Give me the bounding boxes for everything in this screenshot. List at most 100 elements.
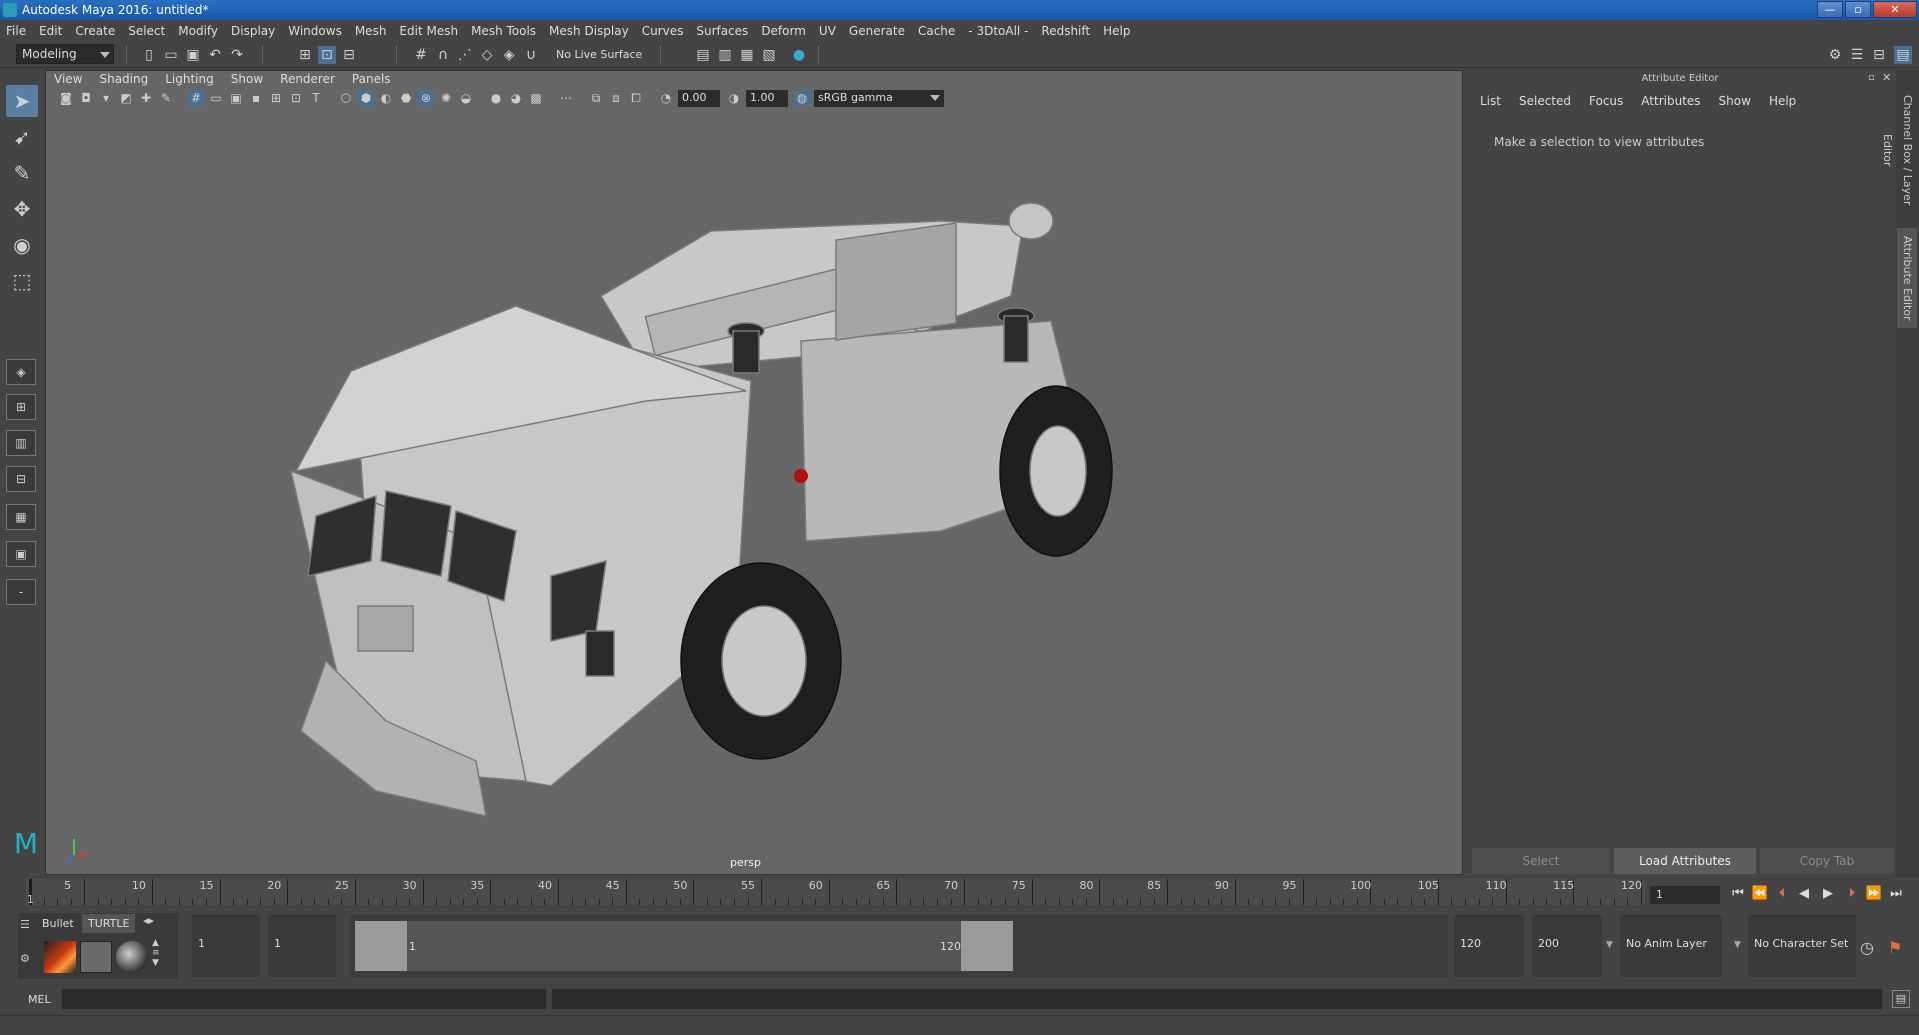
screen-space-ao-icon[interactable]: ● (488, 90, 504, 106)
new-scene-icon[interactable]: ▯ (140, 46, 158, 64)
exposure-field[interactable]: 0.00 (678, 90, 720, 107)
ae-menu-show[interactable]: Show (1719, 94, 1751, 112)
range-start-handle[interactable] (355, 921, 407, 971)
tab-channel-box-layer-editor[interactable]: Channel Box / Layer Editor (1881, 80, 1917, 220)
safe-action-icon[interactable]: ⊡ (288, 90, 304, 106)
step-forward-frame-icon[interactable]: ⏵ (1842, 884, 1862, 904)
isolate-select-icon[interactable]: ⧉ (588, 90, 604, 106)
hypershade-icon[interactable]: ● (790, 46, 808, 64)
shelf-tab-scroll-icon[interactable]: ◂▸ (143, 914, 154, 927)
menu-deform[interactable]: Deform (761, 24, 806, 38)
range-slider-thumb[interactable] (355, 921, 1013, 971)
close-panel-icon[interactable]: ✕ (1882, 71, 1891, 84)
snap-live-icon[interactable]: ◈ (500, 46, 518, 64)
redo-icon[interactable]: ↷ (228, 46, 246, 64)
animation-preferences-icon[interactable]: ⚑ (1888, 938, 1902, 957)
menu-mesh[interactable]: Mesh (355, 24, 387, 38)
smooth-shade-icon[interactable]: ⬢ (358, 90, 374, 106)
menu-display[interactable]: Display (231, 24, 275, 38)
anim-start-field[interactable]: 1 (192, 915, 260, 977)
gate-mask-icon[interactable]: ▪ (248, 90, 264, 106)
persp-uv-layout-icon[interactable]: ▣ (6, 541, 36, 567)
exposure-icon[interactable]: ◔ (658, 90, 674, 106)
time-slider[interactable]: 5 10 15 20 25 30 35 40 45 50 55 60 65 70 75 80 85 90 95 100… (26, 879, 1645, 906)
turtle-render-icon[interactable] (44, 941, 76, 973)
depth-of-field-icon[interactable]: ⋯ (558, 90, 574, 106)
xray-icon[interactable]: ⊗ (418, 90, 434, 106)
color-management-icon[interactable]: ◍ (794, 90, 810, 106)
image-plane-icon[interactable]: ◩ (118, 90, 134, 106)
anim-layer-dropdown[interactable]: No Anim Layer (1620, 915, 1722, 977)
paint-select-tool-icon[interactable]: ✎ (6, 157, 38, 189)
go-to-end-icon[interactable]: ⏭ (1886, 884, 1906, 904)
menu-mesh-tools[interactable]: Mesh Tools (471, 24, 536, 38)
playback-end-field[interactable]: 120 (1454, 915, 1524, 977)
close-button[interactable]: ✕ (1873, 1, 1917, 18)
menu-select[interactable]: Select (128, 24, 165, 38)
safe-title-icon[interactable]: T (308, 90, 324, 106)
menu-curves[interactable]: Curves (642, 24, 684, 38)
wireframe-on-shaded-icon[interactable]: ⬣ (398, 90, 414, 106)
menu-windows[interactable]: Windows (288, 24, 342, 38)
persp-outliner-layout-icon[interactable]: ▥ (6, 430, 36, 456)
channel-box-icon[interactable]: ▤ (1894, 46, 1912, 64)
auto-key-icon[interactable]: ◷ (1860, 938, 1874, 957)
magnet-icon[interactable]: ∪ (522, 46, 540, 64)
menu-help[interactable]: Help (1103, 24, 1130, 38)
select-hierarchy-icon[interactable]: ⊞ (296, 46, 314, 64)
use-all-lights-icon[interactable]: ✺ (438, 90, 454, 106)
camera-icon[interactable]: ◙ (58, 90, 74, 106)
four-view-layout-icon[interactable]: ⊞ (6, 394, 36, 420)
vp-menu-view[interactable]: View (54, 72, 82, 86)
menu-mesh-display[interactable]: Mesh Display (549, 24, 629, 38)
render-frame-icon[interactable]: ▥ (716, 46, 734, 64)
maximize-button[interactable]: ▫ (1845, 1, 1871, 18)
ae-menu-attributes[interactable]: Attributes (1641, 94, 1700, 112)
float-panel-icon[interactable]: ▫ (1868, 72, 1875, 83)
select-component-icon[interactable]: ⊟ (340, 46, 358, 64)
playback-start-field[interactable]: 1 (268, 915, 336, 977)
current-frame-field[interactable]: 1 (1650, 886, 1720, 904)
persp-graph-layout-icon[interactable]: ⊟ (6, 466, 36, 492)
step-back-key-icon[interactable]: ⏪ (1750, 884, 1770, 904)
snap-curve-icon[interactable]: ∩ (434, 46, 452, 64)
step-back-frame-icon[interactable]: ⏴ (1772, 884, 1792, 904)
menu-create[interactable]: Create (75, 24, 115, 38)
command-input[interactable] (62, 989, 546, 1009)
tool-settings-icon[interactable]: ⊟ (1870, 46, 1888, 64)
render-view-icon[interactable]: ▤ (694, 46, 712, 64)
camera-attributes-icon[interactable]: ◘ (78, 90, 94, 106)
vp-menu-renderer[interactable]: Renderer (280, 72, 335, 86)
modeling-toolkit-icon[interactable]: ⚙ (1826, 46, 1844, 64)
snap-point-icon[interactable]: ⋰ (456, 46, 474, 64)
outliner-icon[interactable]: ☰ (1848, 46, 1866, 64)
tab-attribute-editor[interactable]: Attribute Editor (1897, 228, 1917, 328)
view-transform-dropdown[interactable]: sRGB gamma (814, 90, 944, 107)
select-tool-icon[interactable]: ➤ (6, 85, 38, 117)
single-perspective-layout-icon[interactable]: ◈ (6, 359, 36, 385)
viewport-persp[interactable]: M (14, 70, 1463, 875)
anim-end-field[interactable]: 200 (1532, 915, 1602, 977)
ae-menu-list[interactable]: List (1480, 94, 1501, 112)
xray-components-icon[interactable]: ⧠ (628, 90, 644, 106)
anti-alias-icon[interactable]: ▩ (528, 90, 544, 106)
menu-edit-mesh[interactable]: Edit Mesh (399, 24, 458, 38)
rotate-tool-icon[interactable]: ◉ (6, 229, 38, 261)
persp-hypershade-layout-icon[interactable]: ▦ (6, 504, 36, 530)
play-backwards-icon[interactable]: ◀ (1794, 884, 1814, 904)
menu-3dtoall[interactable]: - 3DtoAll - (968, 24, 1028, 38)
lasso-tool-icon[interactable]: ➹ (6, 121, 38, 153)
ae-load-attributes-button[interactable]: Load Attributes (1614, 848, 1756, 874)
command-language-label[interactable]: MEL (28, 993, 51, 1006)
vp-menu-lighting[interactable]: Lighting (165, 72, 214, 86)
menu-file[interactable]: File (6, 24, 26, 38)
ae-select-button[interactable]: Select (1472, 848, 1610, 874)
2d-pan-zoom-icon[interactable]: ✚ (138, 90, 154, 106)
undo-icon[interactable]: ↶ (206, 46, 224, 64)
turtle-bake-icon[interactable] (80, 941, 112, 973)
save-scene-icon[interactable]: ▣ (184, 46, 202, 64)
shelf-settings-icon[interactable]: ⚙ (20, 952, 30, 965)
range-end-handle[interactable] (961, 921, 1013, 971)
play-forwards-icon[interactable]: ▶ (1818, 884, 1838, 904)
minimize-button[interactable]: — (1817, 1, 1843, 18)
